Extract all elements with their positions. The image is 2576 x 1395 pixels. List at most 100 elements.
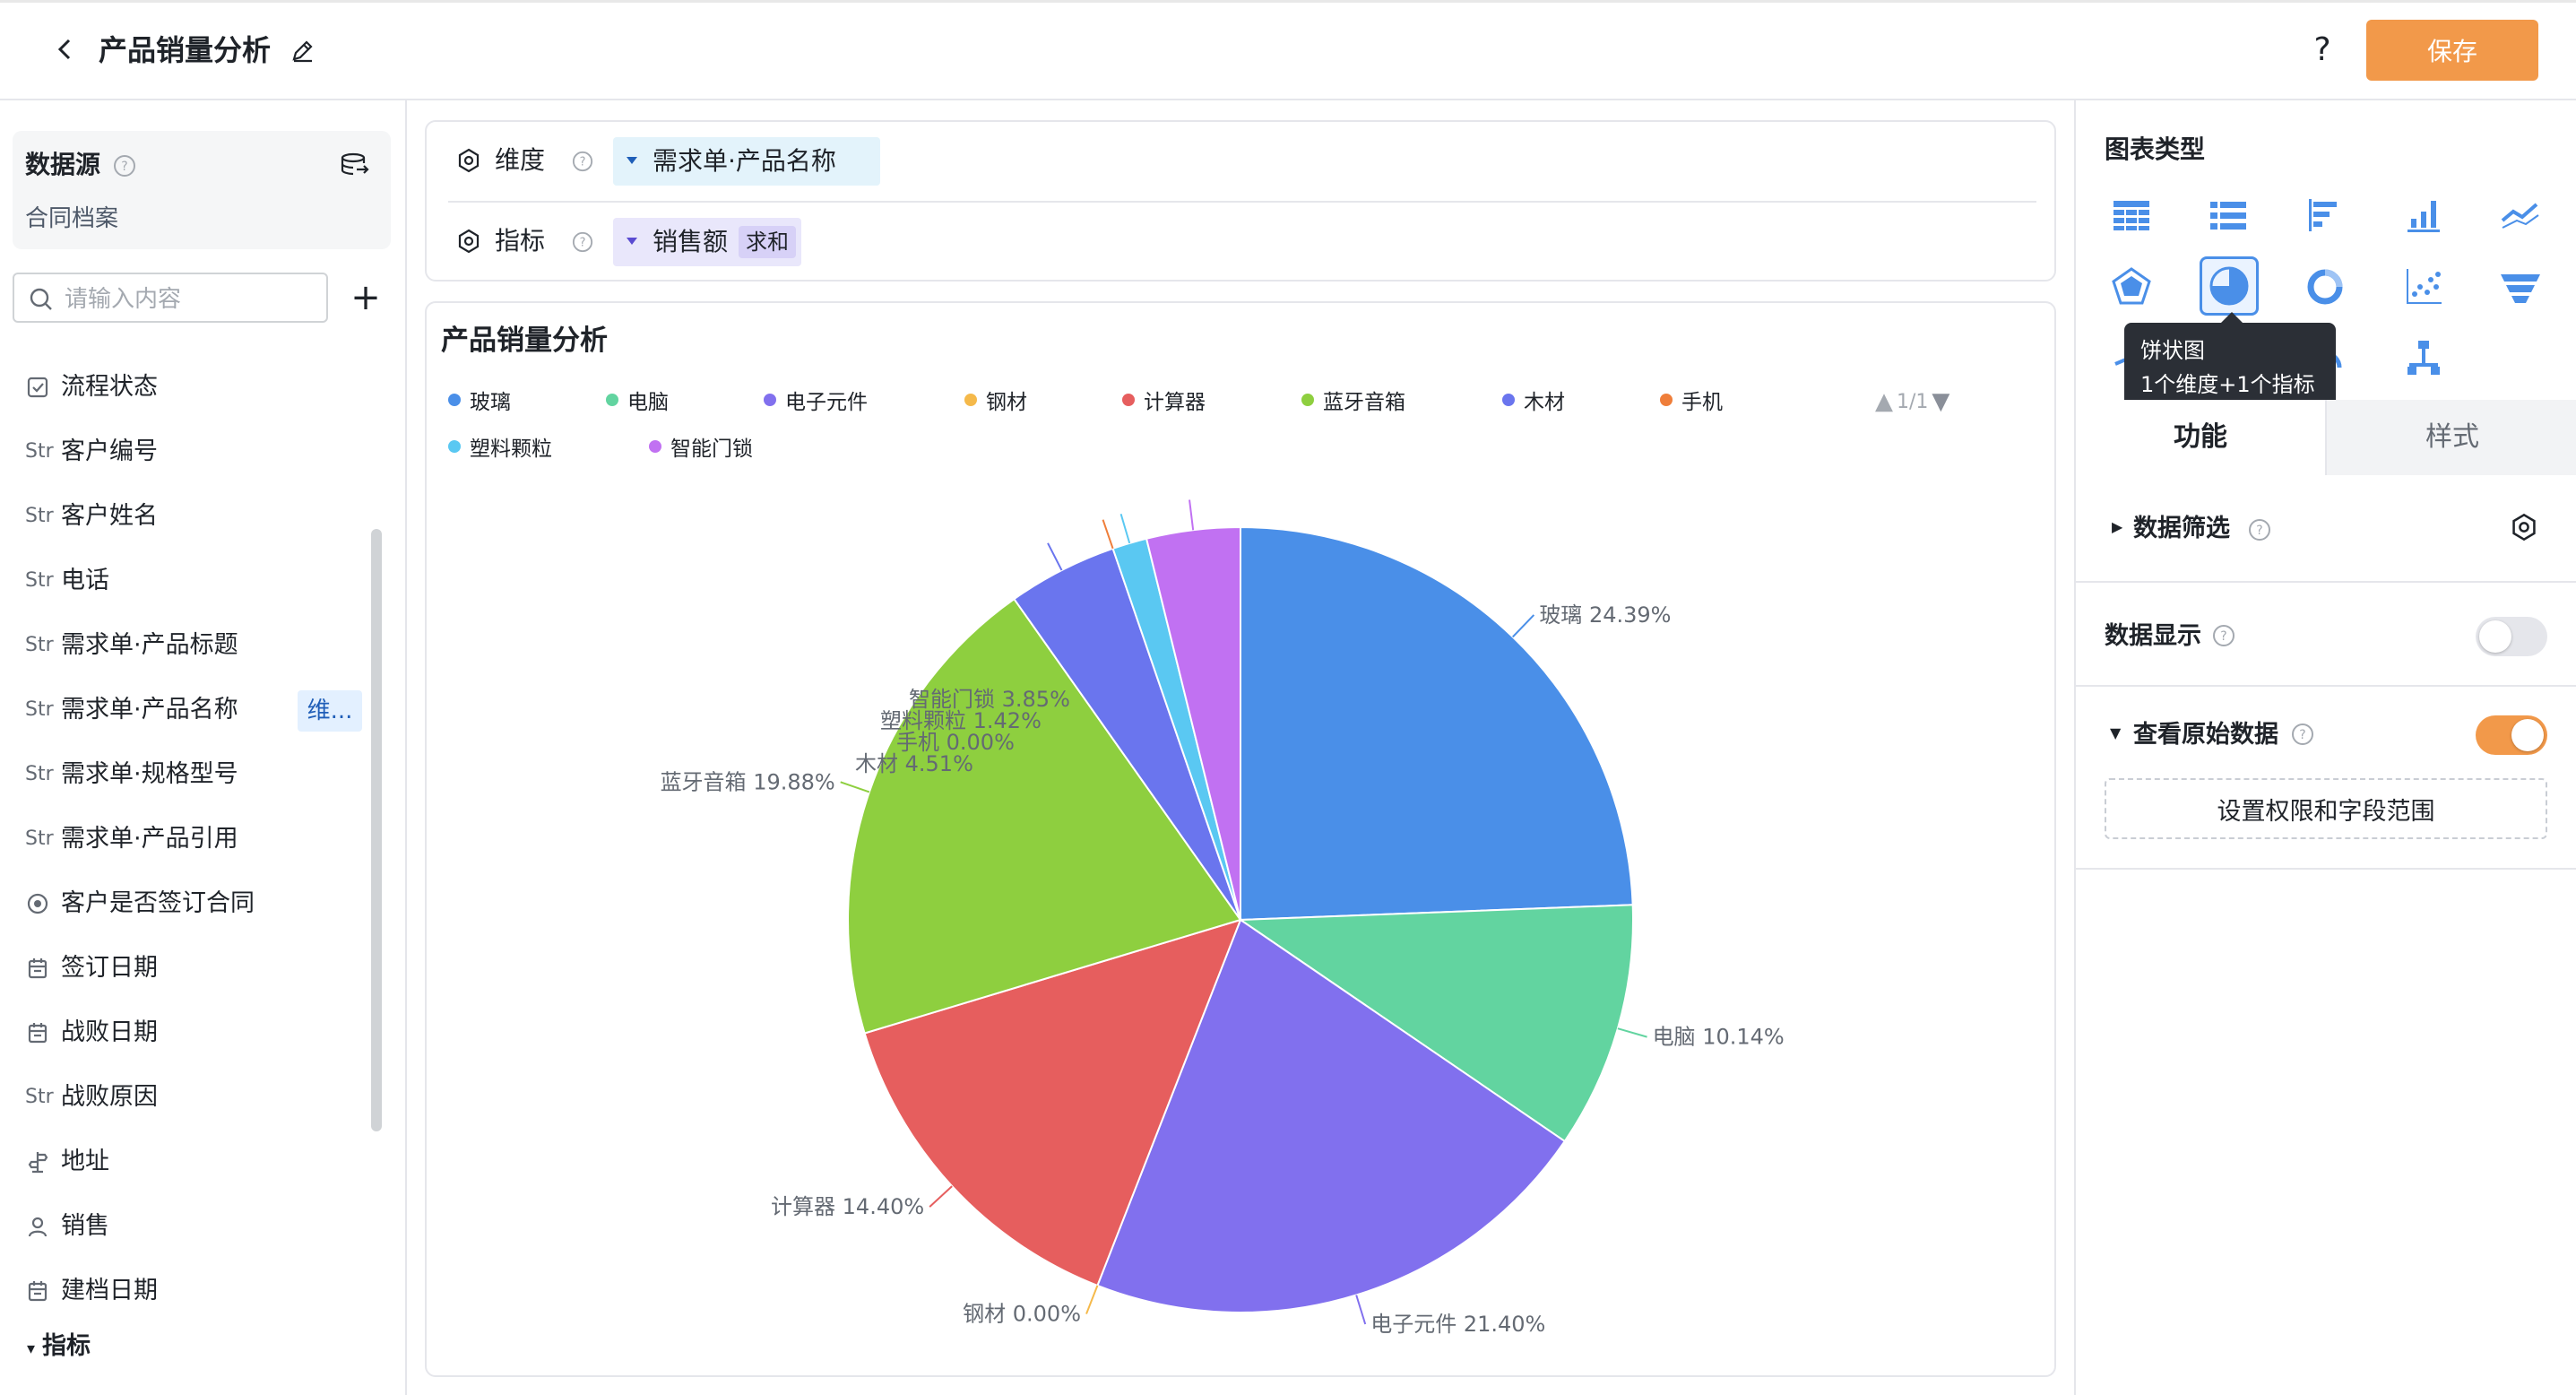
dimension-help-icon[interactable]: ? (570, 149, 595, 174)
legend-item[interactable]: 智能门锁 (649, 430, 753, 463)
radio-icon (25, 891, 61, 916)
metric-settings-icon[interactable] (454, 226, 484, 256)
field-label: 签订日期 (61, 954, 158, 982)
sidebar-scrollbar[interactable] (371, 529, 382, 1131)
field-item[interactable]: Str 战败原因 (25, 1076, 366, 1119)
datasource-name: 合同档案 (25, 205, 119, 232)
legend-item[interactable]: 玻璃 (448, 384, 511, 416)
filter-label[interactable]: 数据筛选 (2133, 511, 2230, 547)
line-icon[interactable] (2492, 186, 2549, 244)
field-item[interactable]: Str 客户姓名 (25, 495, 366, 538)
metric-help-icon[interactable]: ? (570, 230, 595, 255)
field-item[interactable]: Str 电话 (25, 559, 366, 602)
toggle-knob (2479, 620, 2511, 653)
pie-icon[interactable] (2200, 256, 2259, 316)
svg-text:?: ? (2220, 629, 2226, 644)
bar-horizontal-icon[interactable] (2296, 186, 2354, 244)
legend-pager[interactable]: ▲ 1/1 ▼ (1875, 386, 1949, 418)
legend-swatch (1122, 394, 1135, 406)
raw-data-help-icon[interactable]: ? (2291, 723, 2314, 746)
svg-text:?: ? (121, 160, 127, 174)
filter-help-icon[interactable]: ? (2248, 518, 2271, 542)
slice-data-label: 蓝牙音箱 19.88% (661, 769, 835, 794)
tab-style[interactable]: 样式 (2329, 400, 2576, 475)
toggle-knob (2511, 719, 2544, 751)
radar-icon[interactable] (2103, 258, 2160, 316)
field-item[interactable]: 客户是否签订合同 (25, 882, 366, 925)
calendar-icon (25, 956, 61, 981)
legend-swatch (1502, 394, 1515, 406)
help-circle-icon[interactable]: ? (113, 154, 136, 178)
field-item[interactable]: 销售 (25, 1205, 366, 1248)
legend-item[interactable]: 手机 (1660, 384, 1723, 416)
search-input[interactable] (65, 282, 316, 317)
legend-item[interactable]: 蓝牙音箱 (1301, 384, 1405, 416)
donut-icon[interactable] (2296, 258, 2354, 316)
data-display-toggle[interactable] (2476, 617, 2547, 656)
tree-icon[interactable] (2395, 330, 2452, 387)
metrics-section-header[interactable]: ▾ 指标 (27, 1329, 91, 1367)
slice-data-label: 计算器 14.40% (771, 1194, 924, 1219)
tab-function[interactable]: 功能 (2076, 400, 2327, 475)
legend-item[interactable]: 钢材 (964, 384, 1027, 416)
dimension-settings-icon[interactable] (454, 145, 484, 176)
legend-item[interactable]: 电脑 (606, 384, 669, 416)
string-type-icon: Str (25, 634, 54, 656)
legend-item[interactable]: 电子元件 (764, 384, 868, 416)
save-button[interactable]: 保存 (2366, 20, 2538, 81)
legend-item[interactable]: 木材 (1502, 384, 1565, 416)
field-item[interactable]: 流程状态 (25, 366, 366, 409)
field-item[interactable]: Str 需求单·产品引用 (25, 818, 366, 861)
field-item[interactable]: Str 需求单·规格型号 (25, 753, 366, 796)
dimension-label: 维度 (495, 145, 546, 175)
legend-swatch (448, 394, 461, 406)
string-type-icon: Str (25, 698, 54, 721)
back-arrow-icon[interactable] (43, 27, 88, 72)
data-display-label: 数据显示 (2105, 622, 2201, 650)
database-switch-icon[interactable] (337, 149, 373, 181)
field-item[interactable]: 签订日期 (25, 947, 366, 990)
label-leader-line (840, 781, 870, 793)
legend-next-icon[interactable]: ▼ (1932, 388, 1949, 415)
table-icon[interactable] (2103, 186, 2160, 244)
legend-swatch (764, 394, 776, 406)
tooltip-arrow (2221, 312, 2243, 323)
scatter-icon[interactable] (2395, 258, 2452, 316)
list-icon[interactable] (2200, 186, 2257, 244)
metric-aggregation-badge[interactable]: 求和 (739, 226, 796, 258)
legend-swatch (964, 394, 977, 406)
add-field-button[interactable]: + (348, 280, 384, 316)
permission-scope-button[interactable]: 设置权限和字段范围 (2105, 778, 2547, 839)
field-item[interactable]: 建档日期 (25, 1269, 366, 1313)
field-item[interactable]: 地址 (25, 1140, 366, 1183)
caret-right-icon[interactable]: ▶ (2112, 518, 2122, 535)
field-item[interactable]: Str 需求单·产品标题 (25, 624, 366, 667)
filter-settings-icon[interactable] (2508, 511, 2540, 543)
caret-down-icon[interactable]: ▼ (2110, 724, 2121, 741)
caret-down-icon: ▾ (27, 1339, 36, 1358)
slice-data-label: 木材 4.51% (855, 751, 973, 776)
funnel-icon[interactable] (2492, 258, 2549, 316)
top-header (0, 0, 2576, 100)
pie-slice[interactable] (1240, 525, 1634, 922)
field-label: 需求单·规格型号 (61, 760, 238, 788)
slice-data-label: 钢材 0.00% (963, 1302, 1081, 1327)
string-type-icon: Str (25, 440, 54, 463)
raw-data-toggle[interactable] (2476, 715, 2547, 755)
field-label: 客户姓名 (61, 502, 158, 530)
field-item[interactable]: 战败日期 (25, 1011, 366, 1054)
label-leader-line (929, 1185, 953, 1208)
slice-data-label: 电子元件 21.40% (1370, 1312, 1545, 1337)
datasource-title: 数据源 (25, 150, 101, 179)
legend-item[interactable]: 计算器 (1122, 384, 1206, 416)
legend-prev-icon[interactable]: ▲ (1875, 388, 1893, 415)
legend-label: 电子元件 (785, 391, 868, 414)
edit-pencil-icon[interactable] (285, 32, 321, 68)
data-display-help-icon[interactable]: ? (2212, 624, 2235, 647)
legend-swatch (649, 440, 661, 453)
bar-icon[interactable] (2395, 186, 2452, 244)
label-leader-line (1617, 1027, 1647, 1038)
legend-item[interactable]: 塑料颗粒 (448, 430, 552, 463)
help-button[interactable]: ? (2300, 27, 2345, 72)
field-item[interactable]: Str 客户编号 (25, 430, 366, 473)
